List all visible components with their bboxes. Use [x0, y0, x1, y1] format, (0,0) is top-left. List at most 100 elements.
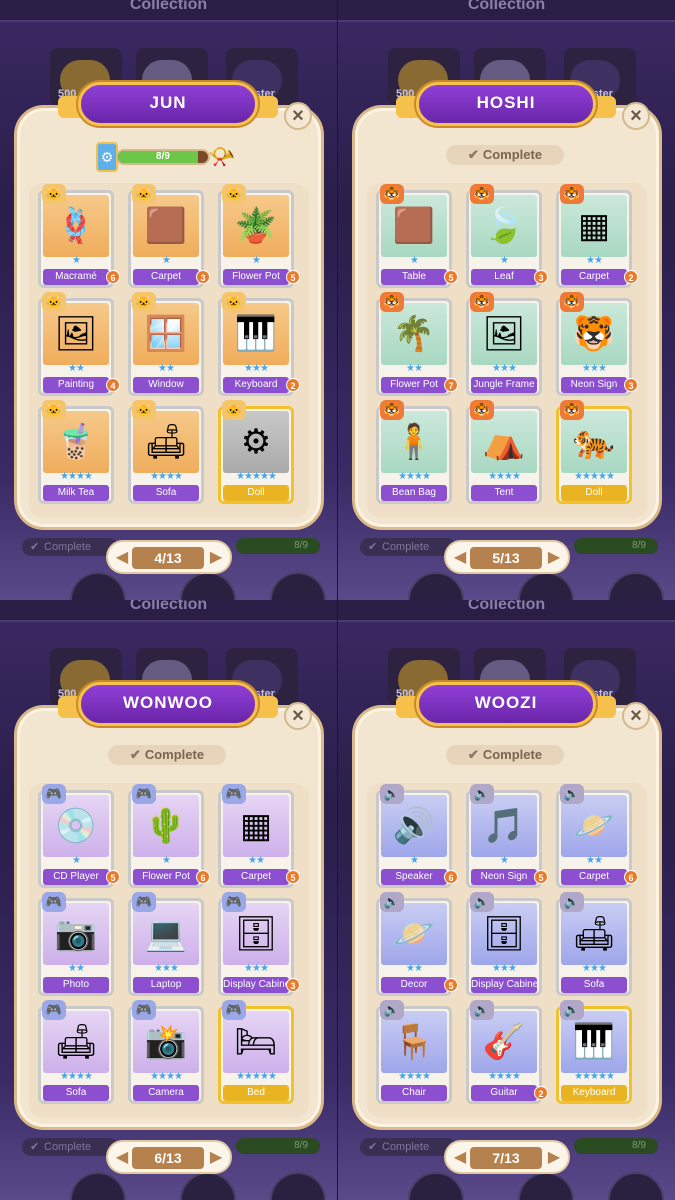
item-card[interactable]: 🎸 ★★★★ Guitar: [466, 1006, 542, 1104]
item-icon: ▦: [577, 207, 611, 245]
speaker-icon: 🔈: [560, 1000, 584, 1020]
item-card[interactable]: 🟫 ★ Table: [376, 190, 452, 288]
item-card[interactable]: 🗄 ★★★ Display Cabinet: [218, 898, 294, 996]
item-card[interactable]: 🪐 ★★ Carpet: [556, 790, 632, 888]
item-card[interactable]: 📸 ★★★★ Camera: [128, 1006, 204, 1104]
item-icon: 🪐: [572, 807, 616, 845]
item-card[interactable]: 🎹 ★★★★★ Keyboard: [556, 1006, 632, 1104]
item-card[interactable]: 💿 ★ CD Player: [38, 790, 114, 888]
item-card[interactable]: 🌴 ★★ Flower Pot: [376, 298, 452, 396]
item-card[interactable]: ⚙ ★★★★★ Doll: [218, 406, 294, 504]
item-card[interactable]: 🐅 ★★★★★ Doll: [556, 406, 632, 504]
item-card[interactable]: 📷 ★★ Photo: [38, 898, 114, 996]
item-card[interactable]: 🛋 ★★★ Sofa: [556, 898, 632, 996]
item-card[interactable]: 🧍 ★★★★ Bean Bag: [376, 406, 452, 504]
star-rating: ★★★: [154, 963, 179, 974]
item-card[interactable]: 🖼 ★★ Painting: [38, 298, 114, 396]
item-icon: 🔊: [392, 807, 436, 845]
star-rating: ★★★: [492, 963, 517, 974]
item-card[interactable]: ▦ ★★ Carpet: [218, 790, 294, 888]
item-icon: 🪐: [392, 915, 436, 953]
page-indicator: 7/13: [470, 1147, 542, 1169]
item-card[interactable]: 🐯 ★★★ Neon Sign: [556, 298, 632, 396]
item-card[interactable]: 🗄 ★★★ Display Cabinet: [466, 898, 542, 996]
member-title: WONWOO: [122, 693, 214, 712]
star-rating: ★: [252, 255, 261, 266]
speaker-icon: 🔈: [380, 892, 404, 912]
item-artwork: 🐯: [561, 303, 627, 365]
star-rating: ★★★★: [488, 471, 521, 482]
item-card[interactable]: 🛋 ★★★★ Sofa: [128, 406, 204, 504]
tiger-icon: 🐯: [380, 292, 404, 312]
close-button[interactable]: ×: [284, 102, 312, 130]
page-navigator: ◀ 6/13 ▶: [106, 1140, 232, 1174]
item-card[interactable]: 🎵 ★ Neon Sign: [466, 790, 542, 888]
item-icon: 🗄: [234, 915, 278, 953]
item-icon: 🗄: [482, 915, 526, 953]
item-card[interactable]: 🪢 ★ Macramé: [38, 190, 114, 288]
item-card[interactable]: 🪐 ★★ Decor: [376, 898, 452, 996]
item-icon: 🛏: [234, 1023, 278, 1061]
item-card[interactable]: 🪟 ★★ Window: [128, 298, 204, 396]
complete-text: Complete: [482, 147, 543, 162]
star-rating: ★★: [406, 363, 423, 374]
item-icon: 🛋: [572, 915, 616, 953]
next-page-button[interactable]: ▶: [208, 1148, 224, 1168]
item-icon: 💿: [54, 807, 98, 845]
item-name: Speaker: [381, 869, 447, 885]
star-rating: ★: [500, 255, 509, 266]
item-name: Keyboard: [561, 1085, 627, 1101]
item-card[interactable]: 🛏 ★★★★★ Bed: [218, 1006, 294, 1104]
item-artwork: 🪐: [381, 903, 447, 965]
next-page-button[interactable]: ▶: [208, 548, 224, 568]
item-name: Photo: [43, 977, 109, 993]
prev-page-button[interactable]: ◀: [114, 548, 130, 568]
gameboy-icon: 🎮: [132, 892, 156, 912]
next-page-button[interactable]: ▶: [546, 548, 562, 568]
prev-page-button[interactable]: ◀: [114, 1148, 130, 1168]
page-indicator: 4/13: [132, 547, 204, 569]
item-card[interactable]: ▦ ★★ Carpet: [556, 190, 632, 288]
star-rating: ★★★★: [488, 1071, 521, 1082]
item-name: Window: [133, 377, 199, 393]
item-count-badge: 5: [286, 270, 300, 284]
tiger-icon: 🐯: [380, 400, 404, 420]
item-artwork: 🛋: [133, 411, 199, 473]
close-button[interactable]: ×: [284, 702, 312, 730]
item-artwork: ▦: [223, 795, 289, 857]
close-button[interactable]: ×: [622, 702, 650, 730]
prev-page-button[interactable]: ◀: [452, 548, 468, 568]
gear-gem-icon: ⚙: [96, 142, 118, 172]
horn-icon[interactable]: 📯: [208, 142, 235, 172]
item-icon: 🎸: [482, 1023, 526, 1061]
close-button[interactable]: ×: [622, 102, 650, 130]
item-card[interactable]: 🖼 ★★★ Jungle Frame: [466, 298, 542, 396]
item-card[interactable]: 🎹 ★★★ Keyboard: [218, 298, 294, 396]
item-card[interactable]: 🧋 ★★★★ Milk Tea: [38, 406, 114, 504]
star-rating: ★: [72, 255, 81, 266]
item-card[interactable]: 🍃 ★ Leaf: [466, 190, 542, 288]
member-title-banner: JUN: [78, 82, 258, 126]
prev-page-button[interactable]: ◀: [452, 1148, 468, 1168]
speaker-icon: 🔈: [380, 784, 404, 804]
item-count-badge: 6: [444, 870, 458, 884]
item-card[interactable]: 🪑 ★★★★ Chair: [376, 1006, 452, 1104]
item-icon: 🛋: [144, 423, 188, 461]
item-artwork: 🎸: [471, 1011, 537, 1073]
item-card[interactable]: ⛺ ★★★★ Tent: [466, 406, 542, 504]
item-card[interactable]: 🟫 ★ Carpet: [128, 190, 204, 288]
next-page-button[interactable]: ▶: [546, 1148, 562, 1168]
item-card[interactable]: 🪴 ★ Flower Pot: [218, 190, 294, 288]
collection-screen: Collection500osterComplete8/9JUN×⚙8/9📯🪢★…: [0, 0, 337, 600]
item-icon: 📷: [54, 915, 98, 953]
page-indicator: 5/13: [470, 547, 542, 569]
item-icon: 🐯: [572, 315, 616, 353]
check-icon: ✔: [467, 747, 479, 762]
item-card[interactable]: 💻 ★★★ Laptop: [128, 898, 204, 996]
page-navigator: ◀ 7/13 ▶: [444, 1140, 570, 1174]
item-card[interactable]: 🔊 ★ Speaker: [376, 790, 452, 888]
item-card[interactable]: 🌵 ★ Flower Pot: [128, 790, 204, 888]
background-complete-chip: Complete: [360, 538, 456, 556]
item-card[interactable]: 🛋 ★★★★ Sofa: [38, 1006, 114, 1104]
background-title: Collection: [467, 600, 546, 613]
